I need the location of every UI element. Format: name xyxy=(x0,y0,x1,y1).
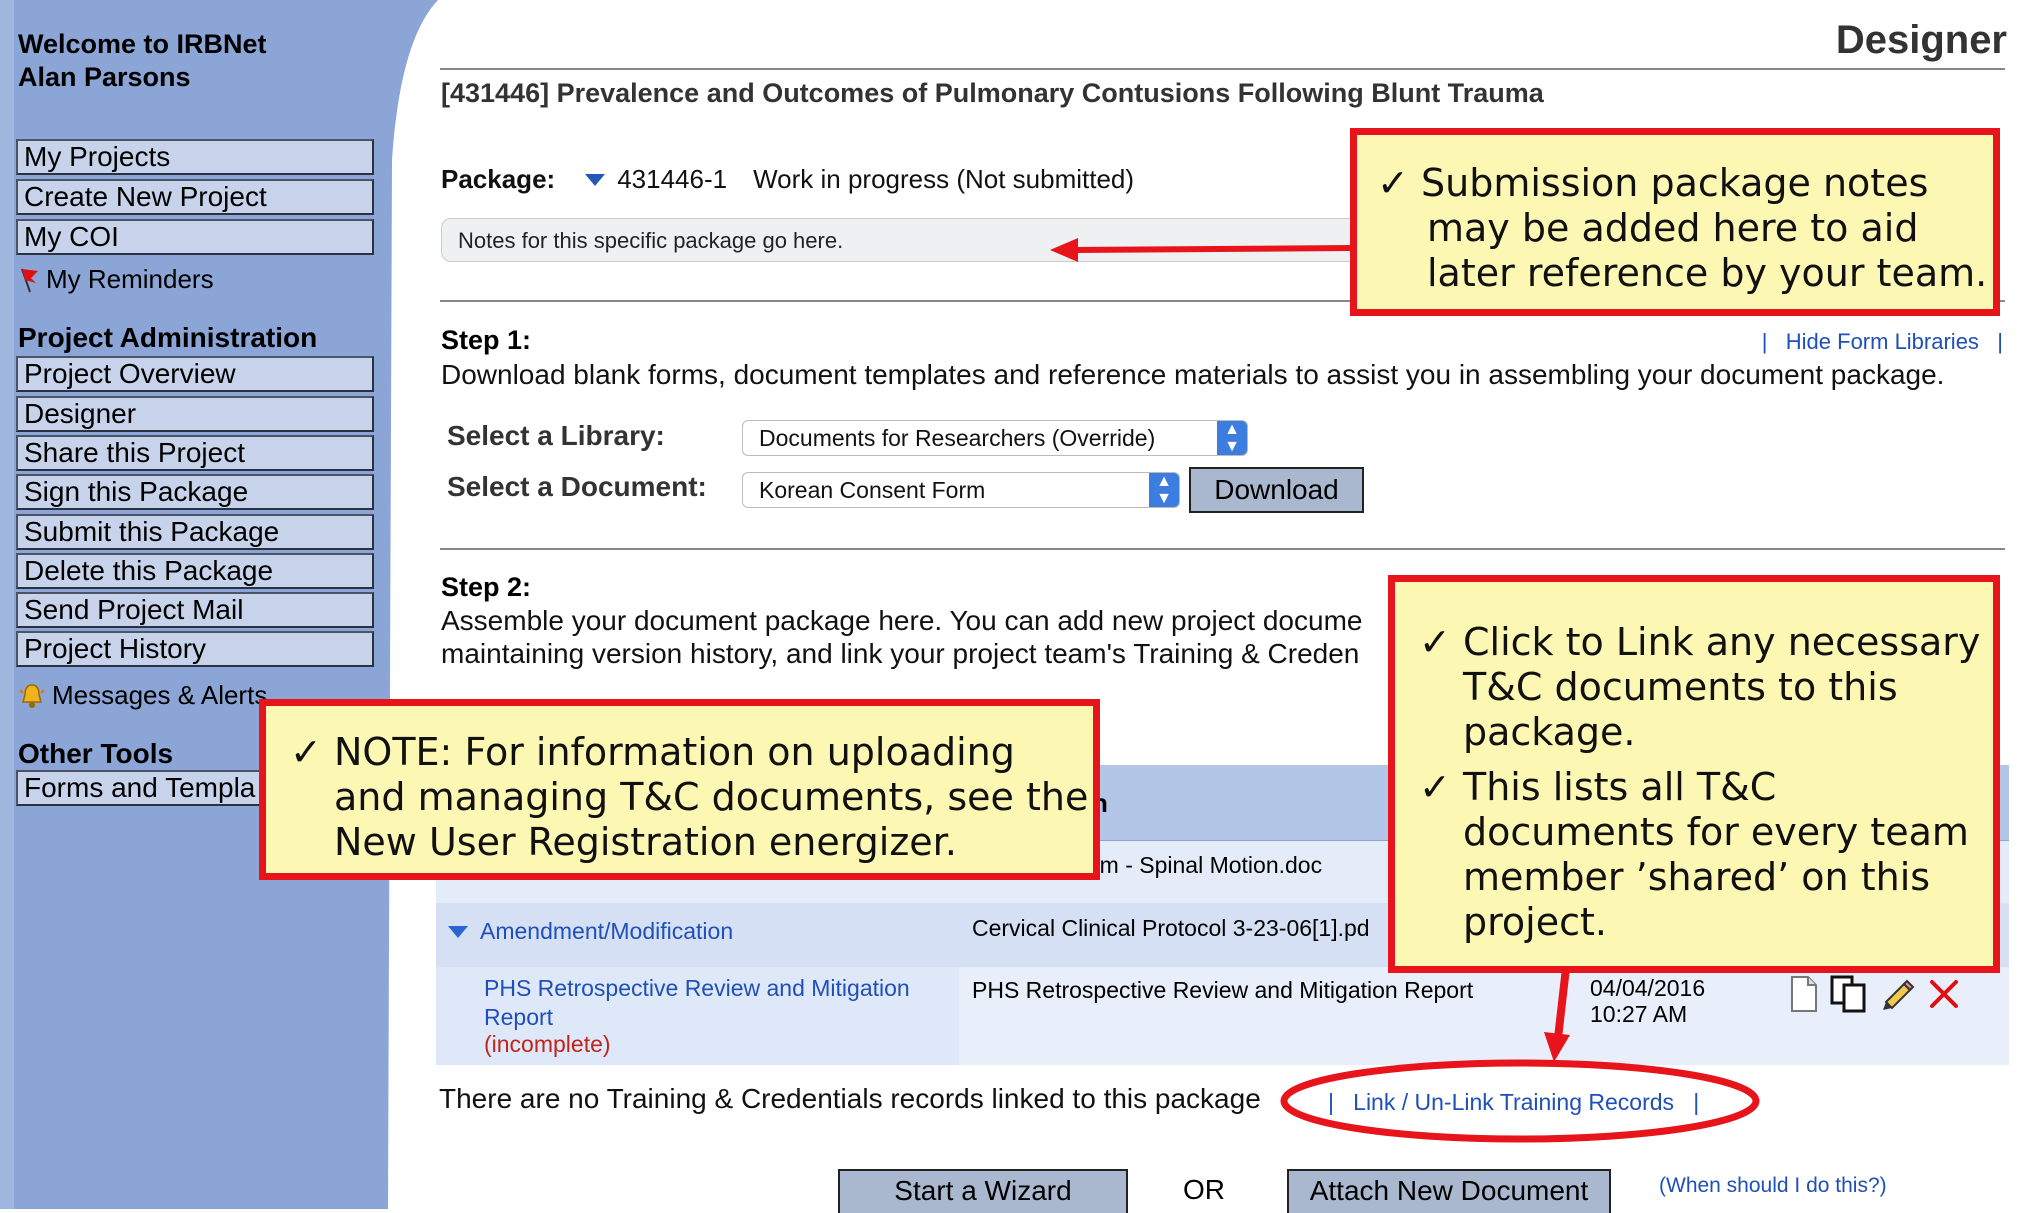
checkmark-icon: ✓ xyxy=(1377,161,1409,205)
checkmark-icon: ✓ xyxy=(1419,765,1451,809)
callout-line: documents for every team xyxy=(1463,810,1969,854)
callout-package-notes: ✓ Submission package notes may be added … xyxy=(1350,128,2000,316)
callout-item: ✓ NOTE: For information on uploading and… xyxy=(290,730,1093,865)
notes-arrow-line xyxy=(1069,245,1353,253)
callout-line: T&C documents to this xyxy=(1463,665,1898,709)
callout-link-tc: ✓ Click to Link any necessary T&C docume… xyxy=(1388,575,2000,973)
callout-item: ✓ This lists all T&C documents for every… xyxy=(1419,765,1993,945)
callout-item: ✓ Click to Link any necessary T&C docume… xyxy=(1419,620,1993,755)
callout-line: Click to Link any necessary xyxy=(1463,620,1981,664)
link-arrow-head xyxy=(1544,1032,1570,1062)
notes-arrow-head xyxy=(1050,238,1078,262)
callout-line: member ’shared’ on this xyxy=(1463,855,1931,899)
callout-line: later reference by your team. xyxy=(1427,251,1988,295)
callout-item: ✓ Submission package notes may be added … xyxy=(1377,161,1993,296)
callout-line: Submission package notes xyxy=(1421,161,1929,205)
callout-line: project. xyxy=(1463,900,1607,944)
callout-line: NOTE: For information on uploading xyxy=(334,730,1015,774)
callout-line: This lists all T&C xyxy=(1463,765,1777,809)
callout-tc-note: ✓ NOTE: For information on uploading and… xyxy=(259,699,1100,880)
callout-line: and managing T&C documents, see the xyxy=(334,775,1089,819)
callout-line: New User Registration energizer. xyxy=(334,820,957,864)
callout-line: may be added here to aid xyxy=(1427,206,1919,250)
link-highlight-ellipse xyxy=(1280,1059,1760,1143)
checkmark-icon: ✓ xyxy=(1419,620,1451,664)
link-arrow-line xyxy=(1554,967,1570,1039)
checkmark-icon: ✓ xyxy=(290,730,322,774)
callout-line: package. xyxy=(1463,710,1636,754)
